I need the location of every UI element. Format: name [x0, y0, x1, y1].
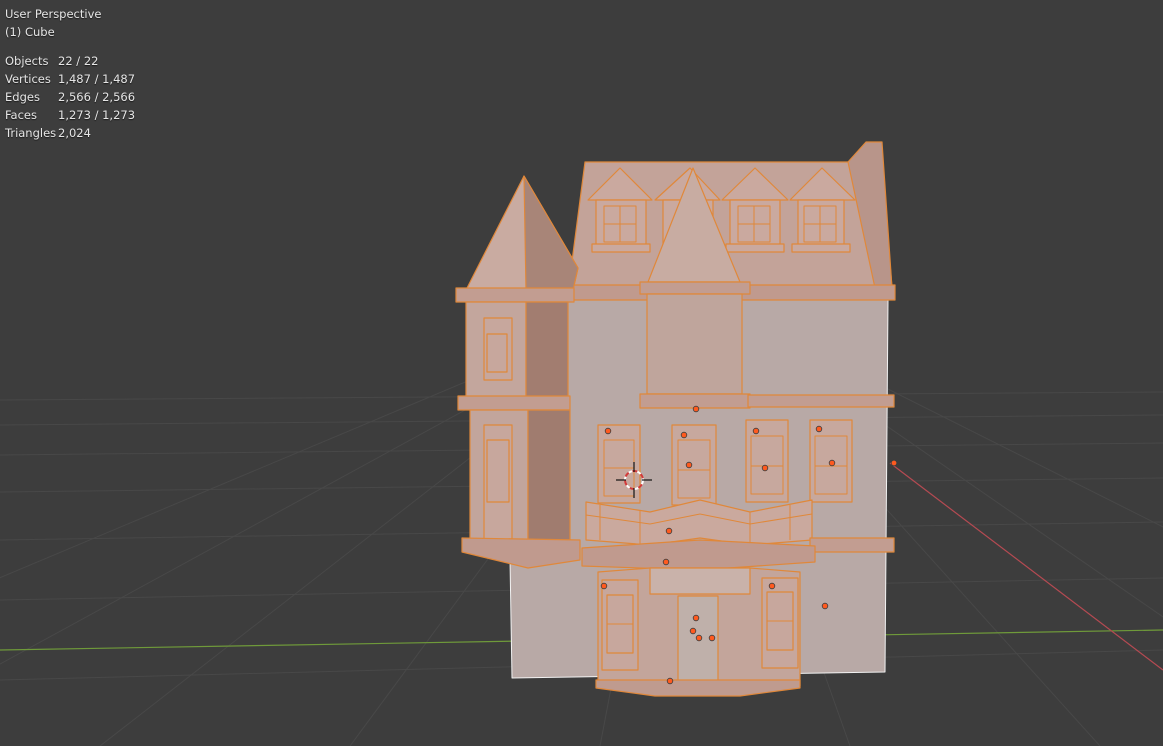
stat-value: 2,566 / 2,566	[58, 90, 136, 104]
stat-row-objects: Objects 22 / 22	[5, 52, 135, 70]
lower-bay-lintel	[649, 567, 751, 595]
stat-label: Objects	[5, 54, 49, 68]
left-tower-roof-side	[523, 175, 579, 291]
main-wall-base-band	[809, 537, 895, 553]
stat-label: Edges	[5, 90, 40, 104]
active-object-label: (1) Cube	[5, 25, 55, 39]
stat-row-triangles: Triangles 2,024	[5, 124, 135, 142]
scene-statistics: Objects 22 / 22 Vertices 1,487 / 1,487 E…	[5, 52, 135, 142]
stat-value: 22 / 22	[58, 54, 99, 68]
lower-bay-step	[595, 679, 801, 697]
x-axis-line	[889, 462, 1163, 671]
3d-viewport[interactable]: User Perspective (1) Cube Objects 22 / 2…	[0, 0, 1163, 746]
left-tower-band-top	[455, 287, 575, 303]
house-model[interactable]	[455, 141, 896, 697]
viewport-text-overlay: User Perspective (1) Cube Objects 22 / 2…	[5, 5, 135, 142]
stat-label: Triangles	[5, 126, 57, 140]
stat-value: 2,024	[58, 126, 91, 140]
center-spire-band	[639, 281, 751, 295]
main-wall-band	[747, 394, 895, 408]
stat-value: 1,273 / 1,273	[58, 108, 136, 122]
viewport-scene[interactable]	[0, 0, 1163, 746]
stat-row-faces: Faces 1,273 / 1,273	[5, 106, 135, 124]
stat-label: Vertices	[5, 72, 51, 86]
left-tower-band-mid	[457, 395, 571, 411]
middle-floor-band	[639, 393, 751, 409]
left-tower-lower-side	[527, 409, 571, 549]
stat-label: Faces	[5, 108, 37, 122]
stat-value: 1,487 / 1,487	[58, 72, 136, 86]
stat-row-edges: Edges 2,566 / 2,566	[5, 88, 135, 106]
balcony-rail	[585, 499, 813, 546]
stat-row-vertices: Vertices 1,487 / 1,487	[5, 70, 135, 88]
center-tower	[646, 293, 743, 395]
left-tower-upper-side	[525, 301, 569, 399]
view-name-label: User Perspective	[5, 7, 102, 21]
